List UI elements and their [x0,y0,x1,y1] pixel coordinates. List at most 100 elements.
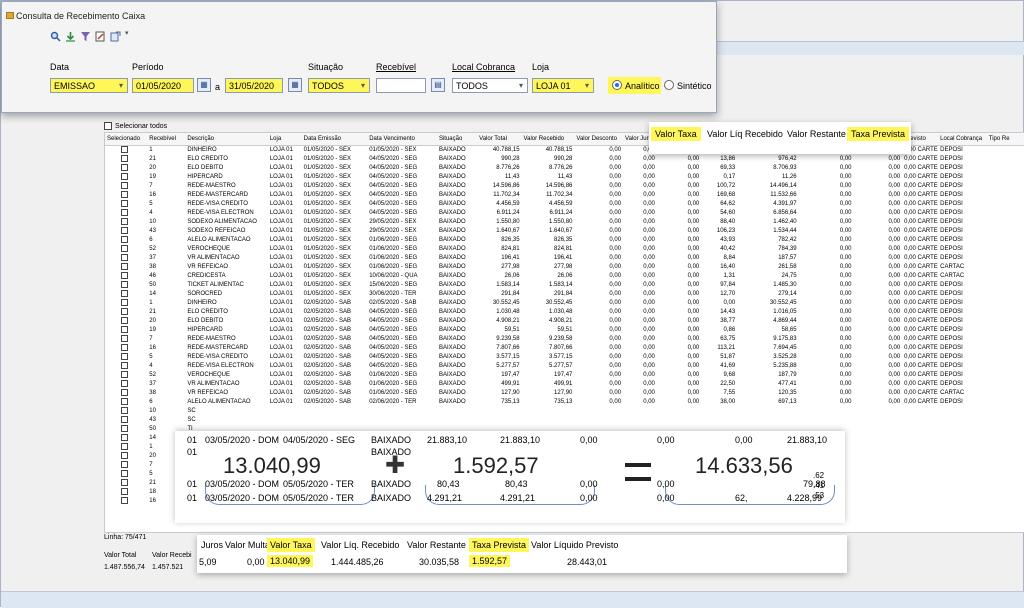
row-checkbox-cell[interactable] [105,487,147,497]
row-checkbox-cell[interactable] [105,163,147,173]
periodo-to-input[interactable]: 31/05/2020 [225,78,283,93]
row-checkbox[interactable] [121,370,128,378]
row-checkbox-cell[interactable] [105,442,147,452]
table-row[interactable]: 19 HIPERCARD LOJA 01 01/05/2020 - SEX 04/05/… [105,172,1024,182]
row-checkbox-cell[interactable] [105,433,147,443]
row-checkbox-cell[interactable] [105,460,147,470]
recebivel-input[interactable] [376,78,426,93]
row-checkbox-cell[interactable] [105,352,147,362]
table-row[interactable]: 4 REDE-VISA ELECTRON LOJA 01 02/05/2020 - S… [105,361,1024,371]
row-checkbox-cell[interactable] [105,289,147,299]
data-select[interactable]: EMISSAO ▾ [50,78,128,93]
row-checkbox-cell[interactable] [105,181,147,191]
grid-col-header[interactable]: Valor Desconto [574,133,624,146]
row-checkbox[interactable] [121,352,128,360]
row-checkbox-cell[interactable] [105,424,147,434]
table-row[interactable]: 43 SODEXO REFEICAO LOJA 01 01/05/2020 - SEX… [105,226,1024,236]
row-checkbox[interactable] [121,343,128,351]
row-checkbox[interactable] [121,316,128,324]
row-checkbox-cell[interactable] [105,298,147,308]
table-row[interactable]: 50 TICKET ALIMENTAC LOJA 01 01/05/2020 - SE… [105,280,1024,290]
row-checkbox-cell[interactable] [105,325,147,335]
row-checkbox-cell[interactable] [105,253,147,263]
row-checkbox[interactable] [121,145,128,153]
search-icon[interactable] [50,29,61,42]
row-checkbox[interactable] [121,487,128,495]
row-checkbox-cell[interactable] [105,307,147,317]
grid-col-header[interactable]: Selecionado [105,133,148,146]
select-all-checkbox[interactable] [104,122,112,130]
row-checkbox[interactable] [121,478,128,486]
row-checkbox[interactable] [121,388,128,396]
table-row[interactable]: 16 REDE-MASTERCARD LOJA 01 01/05/2020 - SEX… [105,190,1024,200]
chevron-down-icon[interactable]: ▾ [125,29,129,40]
row-checkbox-cell[interactable] [105,406,147,416]
row-checkbox[interactable] [121,334,128,342]
grid-col-header[interactable]: Data Emissão [301,133,368,146]
row-checkbox[interactable] [121,181,128,189]
table-row[interactable]: 14 SOROCRED LOJA 01 01/05/2020 - SEX 30/06/2… [105,289,1024,299]
table-row[interactable]: 7 REDE-MAESTRO LOJA 01 02/05/2020 - SAB 04/0… [105,334,1024,344]
situacao-select[interactable]: TODOS ▾ [308,78,370,93]
row-checkbox[interactable] [121,172,128,180]
table-row[interactable]: 16 REDE-MASTERCARD LOJA 01 02/05/2020 - SAB… [105,343,1024,353]
row-checkbox[interactable] [121,307,128,315]
table-row[interactable]: 10 SODEXO ALIMENTACAO LOJA 01 01/05/2020 - … [105,217,1024,227]
row-checkbox[interactable] [121,154,128,162]
row-checkbox-cell[interactable] [105,496,147,506]
row-checkbox[interactable] [121,226,128,234]
grid-col-header[interactable]: Data Vencimento [367,133,437,146]
grid-col-header[interactable]: Local Cobrança [938,133,987,146]
table-row[interactable]: 46 CREDICESTA LOJA 01 01/05/2020 - SEX 10/06… [105,271,1024,281]
row-checkbox[interactable] [121,217,128,225]
row-checkbox-cell[interactable] [105,397,147,407]
row-checkbox[interactable] [121,244,128,252]
table-row[interactable]: 52 VEROCHEQUE LOJA 01 02/05/2020 - SAB 01/06… [105,370,1024,380]
grid-col-header[interactable]: Loja [267,133,302,146]
table-row[interactable]: 38 VR REFEICAO LOJA 01 02/05/2020 - SAB 01/0… [105,388,1024,398]
row-checkbox[interactable] [121,163,128,171]
download-icon[interactable] [65,29,76,42]
row-checkbox-cell[interactable] [105,343,147,353]
table-row[interactable]: 37 VR ALIMENTACAO LOJA 01 01/05/2020 - SEX 0… [105,253,1024,263]
row-checkbox-cell[interactable] [105,334,147,344]
row-checkbox-cell[interactable] [105,415,147,425]
row-checkbox[interactable] [121,460,128,468]
row-checkbox-cell[interactable] [105,226,147,236]
row-checkbox-cell[interactable] [105,262,147,272]
periodo-from-input[interactable]: 01/05/2020 [132,78,194,93]
sintetico-radio[interactable] [664,80,674,90]
row-checkbox-cell[interactable] [105,280,147,290]
grid-col-header[interactable]: Valor Recebido [521,133,575,146]
table-row[interactable]: 6 ALELO ALIMENTACAO LOJA 01 01/05/2020 - SE… [105,235,1024,245]
row-checkbox-cell[interactable] [105,316,147,326]
row-checkbox-cell[interactable] [105,190,147,200]
row-checkbox-cell[interactable] [105,361,147,371]
table-row[interactable]: 5 REDE-VISA CREDITO LOJA 01 01/05/2020 - SE… [105,199,1024,209]
table-row[interactable]: 6 ALELO ALIMENTACAO LOJA 01 02/05/2020 - SA… [105,397,1024,407]
row-checkbox[interactable] [121,199,128,207]
table-row[interactable]: 20 ELO DEBITO LOJA 01 01/05/2020 - SEX 04/05… [105,163,1024,173]
row-checkbox[interactable] [121,361,128,369]
row-checkbox-cell[interactable] [105,370,147,380]
grid-col-header[interactable]: Recebível [147,133,186,146]
row-checkbox-cell[interactable] [105,478,147,488]
row-checkbox-cell[interactable] [105,379,147,389]
row-checkbox-cell[interactable] [105,451,147,461]
edit-icon[interactable] [95,29,106,42]
row-checkbox-cell[interactable] [105,154,147,164]
table-row[interactable]: 43 SC [105,415,1024,425]
row-checkbox[interactable] [121,406,128,414]
row-checkbox-cell[interactable] [105,172,147,182]
row-checkbox-cell[interactable] [105,217,147,227]
table-row[interactable]: 19 HIPERCARD LOJA 01 02/05/2020 - SAB 04/05/… [105,325,1024,335]
local-cobranca-select[interactable]: TODOS ▾ [452,78,528,93]
row-checkbox[interactable] [121,280,128,288]
table-row[interactable]: 21 ELO CREDITO LOJA 01 01/05/2020 - SEX 04/0… [105,154,1024,164]
table-row[interactable]: 21 ELO CREDITO LOJA 01 02/05/2020 - SAB 04/0… [105,307,1024,317]
table-row[interactable]: 5 REDE-VISA CREDITO LOJA 01 02/05/2020 - SA… [105,352,1024,362]
row-checkbox[interactable] [121,469,128,477]
grid-col-header[interactable]: Valor Total [477,133,522,146]
calendar-icon[interactable]: ▦ [288,78,302,92]
table-row[interactable]: 37 VR ALIMENTACAO LOJA 01 02/05/2020 - SAB 0… [105,379,1024,389]
